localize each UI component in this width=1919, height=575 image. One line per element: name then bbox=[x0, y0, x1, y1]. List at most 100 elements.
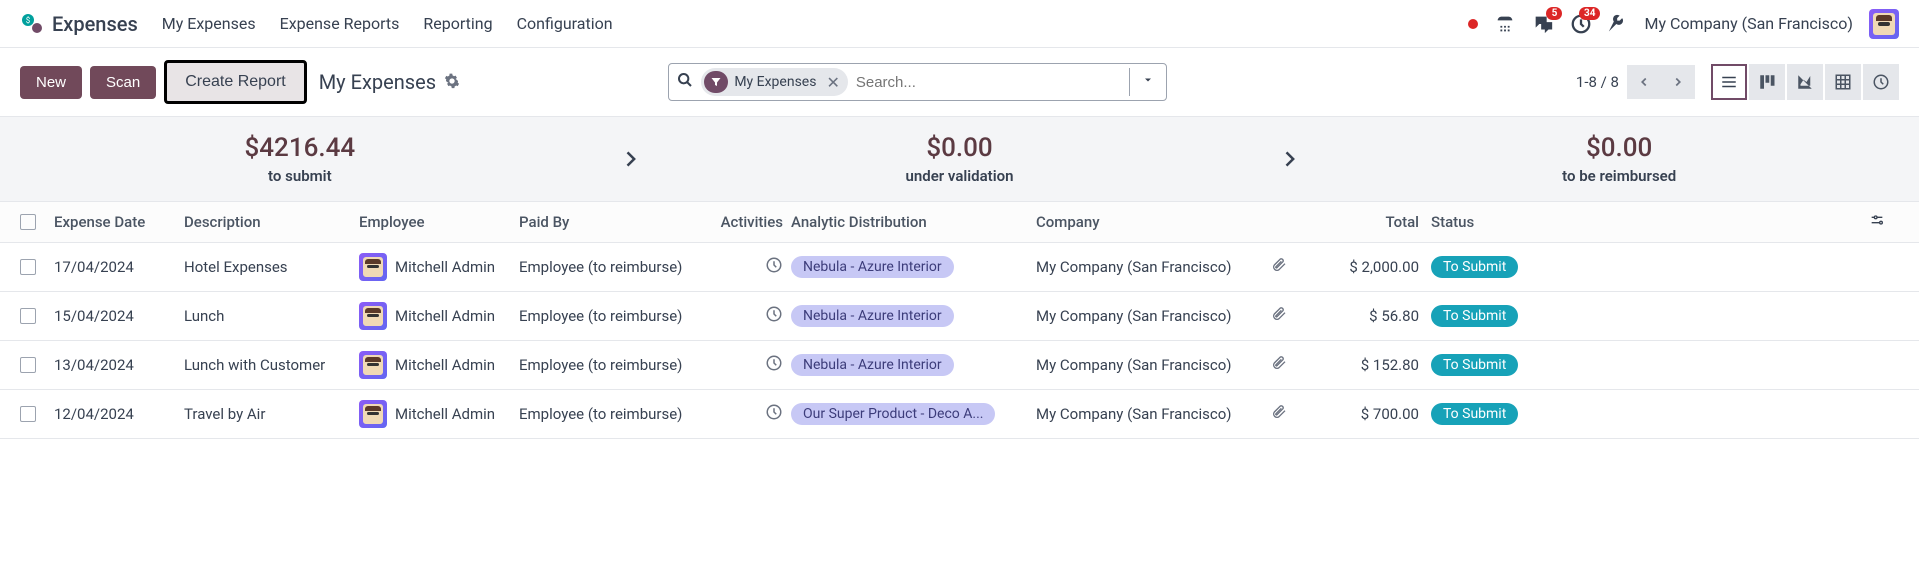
nav-reporting[interactable]: Reporting bbox=[423, 14, 492, 33]
table-header: Expense Date Description Employee Paid B… bbox=[0, 202, 1919, 243]
cell-date: 17/04/2024 bbox=[54, 258, 184, 276]
header-analytic[interactable]: Analytic Distribution bbox=[791, 213, 1036, 231]
messages-badge: 5 bbox=[1546, 7, 1562, 20]
app-title[interactable]: Expenses bbox=[52, 12, 138, 36]
user-avatar[interactable] bbox=[1869, 9, 1899, 39]
to-submit-amount: $4216.44 bbox=[0, 133, 600, 163]
employee-avatar-icon bbox=[359, 400, 387, 428]
nav-configuration[interactable]: Configuration bbox=[517, 14, 613, 33]
search-dropdown-toggle[interactable] bbox=[1129, 68, 1166, 96]
cell-status: To Submit bbox=[1431, 305, 1531, 327]
row-checkbox[interactable] bbox=[20, 357, 36, 373]
cell-total: $ 152.80 bbox=[1291, 356, 1431, 374]
cell-total: $ 700.00 bbox=[1291, 405, 1431, 423]
messages-icon[interactable]: 5 bbox=[1532, 13, 1554, 35]
view-list-button[interactable] bbox=[1711, 64, 1747, 100]
table-row[interactable]: 12/04/2024 Travel by Air Mitchell Admin … bbox=[0, 390, 1919, 439]
company-selector[interactable]: My Company (San Francisco) bbox=[1644, 14, 1853, 33]
view-switcher bbox=[1711, 64, 1899, 100]
nav-expense-reports[interactable]: Expense Reports bbox=[280, 14, 400, 33]
header-paid-by[interactable]: Paid By bbox=[519, 213, 719, 231]
pager-prev-button[interactable] bbox=[1627, 65, 1661, 99]
cell-activity[interactable] bbox=[719, 354, 791, 376]
attachment-icon[interactable] bbox=[1271, 306, 1291, 326]
table-row[interactable]: 17/04/2024 Hotel Expenses Mitchell Admin… bbox=[0, 243, 1919, 292]
header-description[interactable]: Description bbox=[184, 213, 359, 231]
scan-button[interactable]: Scan bbox=[90, 66, 156, 99]
tools-icon[interactable] bbox=[1608, 14, 1628, 34]
create-report-button[interactable]: Create Report bbox=[164, 60, 307, 104]
cell-date: 15/04/2024 bbox=[54, 307, 184, 325]
nav-my-expenses[interactable]: My Expenses bbox=[162, 14, 256, 33]
summary-under-validation[interactable]: $0.00 under validation bbox=[660, 133, 1260, 185]
view-kanban-button[interactable] bbox=[1749, 64, 1785, 100]
table-row[interactable]: 13/04/2024 Lunch with Customer Mitchell … bbox=[0, 341, 1919, 390]
cell-activity[interactable] bbox=[719, 256, 791, 278]
new-button[interactable]: New bbox=[20, 66, 82, 99]
table-row[interactable]: 15/04/2024 Lunch Mitchell Admin Employee… bbox=[0, 292, 1919, 341]
summary-to-submit[interactable]: $4216.44 to submit bbox=[0, 133, 600, 185]
toolbar-right: 1-8 / 8 bbox=[1576, 64, 1899, 100]
view-activity-button[interactable] bbox=[1863, 64, 1899, 100]
employee-avatar-icon bbox=[359, 253, 387, 281]
cell-analytic: Nebula - Azure Interior bbox=[791, 305, 1036, 327]
employee-avatar-icon bbox=[359, 351, 387, 379]
expense-table: Expense Date Description Employee Paid B… bbox=[0, 202, 1919, 439]
row-checkbox[interactable] bbox=[20, 406, 36, 422]
cell-paid-by: Employee (to reimburse) bbox=[519, 258, 719, 276]
chip-close-icon[interactable]: ✕ bbox=[822, 73, 843, 92]
view-pivot-button[interactable] bbox=[1825, 64, 1861, 100]
app-logo-icon: $ bbox=[20, 12, 44, 36]
chevron-right-icon bbox=[1259, 143, 1319, 176]
to-reimburse-label: to be reimbursed bbox=[1319, 167, 1919, 185]
chevron-right-icon bbox=[600, 143, 660, 176]
row-checkbox[interactable] bbox=[20, 259, 36, 275]
header-status[interactable]: Status bbox=[1431, 213, 1531, 231]
chip-label: My Expenses bbox=[734, 74, 816, 90]
cell-analytic: Our Super Product - Deco A... bbox=[791, 403, 1036, 425]
view-graph-button[interactable] bbox=[1787, 64, 1823, 100]
cell-company: My Company (San Francisco) bbox=[1036, 356, 1271, 374]
pager-text[interactable]: 1-8 / 8 bbox=[1576, 73, 1619, 91]
page-title: My Expenses bbox=[319, 70, 460, 94]
phone-icon[interactable] bbox=[1494, 13, 1516, 35]
attachment-icon[interactable] bbox=[1271, 355, 1291, 375]
header-activities[interactable]: Activities bbox=[719, 213, 791, 231]
cell-description: Hotel Expenses bbox=[184, 258, 359, 276]
gear-icon[interactable] bbox=[444, 70, 460, 94]
pager-next-button[interactable] bbox=[1661, 65, 1695, 99]
cell-employee: Mitchell Admin bbox=[359, 351, 519, 379]
header-date[interactable]: Expense Date bbox=[54, 213, 184, 231]
row-checkbox[interactable] bbox=[20, 308, 36, 324]
activities-icon[interactable]: 34 bbox=[1570, 13, 1592, 35]
header-employee[interactable]: Employee bbox=[359, 213, 519, 231]
cell-company: My Company (San Francisco) bbox=[1036, 405, 1271, 423]
summary-bar: $4216.44 to submit $0.00 under validatio… bbox=[0, 116, 1919, 202]
to-reimburse-amount: $0.00 bbox=[1319, 133, 1919, 163]
cell-total: $ 2,000.00 bbox=[1291, 258, 1431, 276]
employee-avatar-icon bbox=[359, 302, 387, 330]
header-total[interactable]: Total bbox=[1291, 213, 1431, 231]
nav-menu: My Expenses Expense Reports Reporting Co… bbox=[162, 14, 1469, 33]
cell-status: To Submit bbox=[1431, 354, 1531, 376]
cell-analytic: Nebula - Azure Interior bbox=[791, 256, 1036, 278]
cell-date: 13/04/2024 bbox=[54, 356, 184, 374]
cell-activity[interactable] bbox=[719, 305, 791, 327]
attachment-icon[interactable] bbox=[1271, 404, 1291, 424]
search-icon bbox=[677, 72, 693, 92]
header-company[interactable]: Company bbox=[1036, 213, 1271, 231]
filter-icon bbox=[704, 71, 728, 93]
topbar: $ Expenses My Expenses Expense Reports R… bbox=[0, 0, 1919, 48]
cell-description: Lunch bbox=[184, 307, 359, 325]
cell-activity[interactable] bbox=[719, 403, 791, 425]
under-validation-label: under validation bbox=[660, 167, 1260, 185]
search-input[interactable] bbox=[856, 74, 1121, 91]
attachment-icon[interactable] bbox=[1271, 257, 1291, 277]
cell-description: Lunch with Customer bbox=[184, 356, 359, 374]
column-settings-icon[interactable] bbox=[1869, 214, 1885, 232]
summary-to-reimburse[interactable]: $0.00 to be reimbursed bbox=[1319, 133, 1919, 185]
select-all-checkbox[interactable] bbox=[20, 214, 36, 230]
recording-indicator-icon bbox=[1468, 19, 1478, 29]
cell-company: My Company (San Francisco) bbox=[1036, 258, 1271, 276]
search-bar[interactable]: My Expenses ✕ bbox=[668, 63, 1167, 101]
